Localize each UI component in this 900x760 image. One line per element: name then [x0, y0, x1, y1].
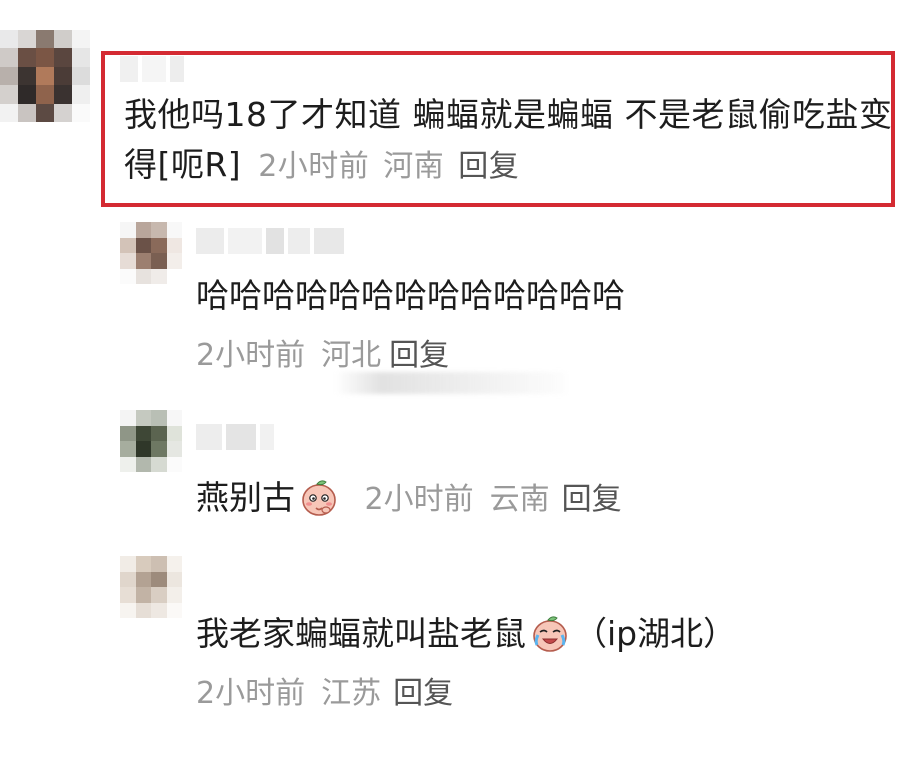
reply-2-text: 燕别古 [196, 478, 295, 517]
peach-crying-laugh-emoji-icon [533, 615, 567, 652]
reply-3-text-before: 我老家蝙蝠就叫盐老鼠 [196, 614, 526, 653]
reply-1-avatar[interactable] [120, 222, 182, 284]
peach-cheeky-emoji-icon [302, 479, 336, 516]
blurred-overlay [335, 372, 565, 394]
reply-1-time: 2小时前 [196, 338, 306, 373]
comment-thread: 我他吗18了才知道 蝙蝠就是蝙蝠 不是老鼠偷吃盐变得[呃R] 2小时前 河南 回复 … [0, 0, 900, 760]
reply-1-text: 哈哈哈哈哈哈哈哈哈哈哈哈哈 [196, 276, 625, 315]
reply-1-location: 河北 [321, 338, 382, 373]
reply-3-location: 江苏 [321, 676, 382, 711]
main-comment-body: 我他吗18了才知道 蝙蝠就是蝙蝠 不是老鼠偷吃盐变得[呃R] 2小时前 河南 回复 [124, 90, 894, 192]
reply-2-time: 2小时前 [364, 482, 474, 517]
reply-3-reply-button[interactable]: 回复 [393, 676, 453, 711]
reply-2-username-blurred[interactable] [196, 424, 274, 450]
reply-2-avatar[interactable] [120, 410, 182, 472]
main-comment-time: 2小时前 [258, 149, 370, 184]
reply-1-reply-button[interactable]: 回复 [389, 338, 449, 373]
reply-3-meta: 2小时前 江苏 回复 [196, 674, 453, 714]
main-comment-reply-button[interactable]: 回复 [458, 149, 519, 184]
main-comment-avatar[interactable] [0, 30, 90, 122]
reply-2-reply-button[interactable]: 回复 [562, 482, 622, 517]
reply-1-username-blurred[interactable] [196, 228, 344, 254]
reply-2-location: 云南 [489, 482, 550, 517]
reply-2-line: 燕别古 2小时前 云南 回复 [196, 476, 622, 522]
reply-3-text-after: （ip湖北） [574, 614, 737, 653]
reply-3-time: 2小时前 [196, 676, 306, 711]
reply-1-meta: 2小时前 河北 回复 [196, 336, 449, 376]
reply-3-line: 我老家蝙蝠就叫盐老鼠 （ip湖北） [196, 612, 736, 656]
main-comment-location: 河南 [383, 149, 445, 184]
reply-3-avatar[interactable] [120, 556, 182, 618]
